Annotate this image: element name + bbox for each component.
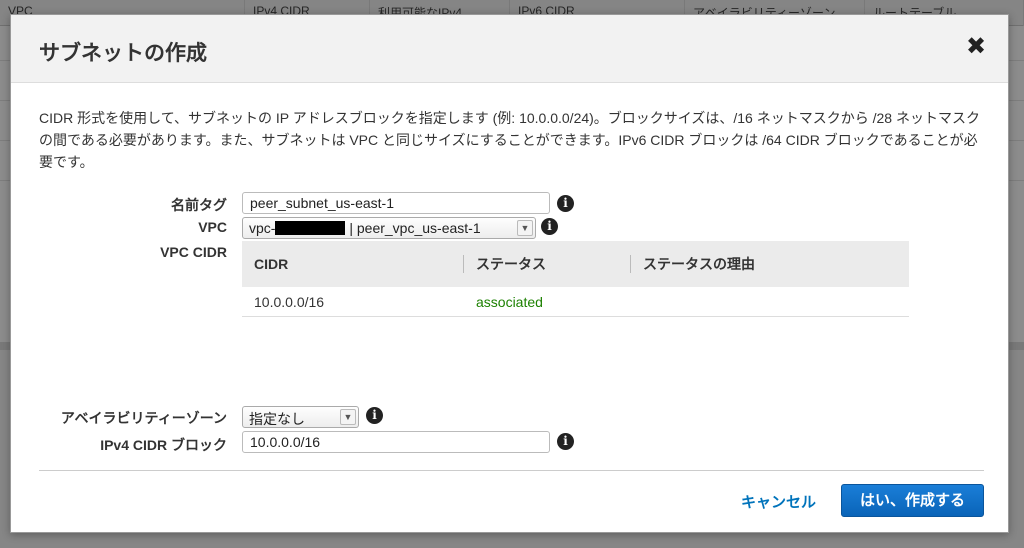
vpc-select[interactable]: vpc- | peer_vpc_us-east-1 ▼ [242, 217, 536, 239]
chevron-down-icon: ▼ [517, 220, 533, 236]
close-icon[interactable]: ✖ [964, 35, 988, 59]
vpc-select-prefix: vpc- [249, 220, 276, 236]
vpc-label: VPC [198, 219, 227, 235]
cell-status: associated [476, 294, 543, 310]
ipv4-cidr-input[interactable] [242, 431, 550, 453]
availability-zone-label: アベイラビリティーゾーン [60, 410, 227, 426]
redacted-vpc-id [275, 221, 346, 235]
info-icon[interactable]: i [557, 433, 574, 450]
cell-status-reason [631, 287, 909, 317]
info-icon[interactable]: i [557, 195, 574, 212]
dialog-description: CIDR 形式を使用して、サブネットの IP アドレスブロックを指定します (例… [39, 110, 980, 170]
name-tag-input[interactable] [242, 192, 550, 214]
vpc-cidr-table-header: CIDR ステータス ステータスの理由 [242, 241, 909, 287]
availability-zone-select[interactable]: 指定なし ▼ [242, 406, 359, 428]
cell-cidr: 10.0.0.0/16 [254, 294, 325, 310]
vpc-cidr-label: VPC CIDR [160, 244, 227, 260]
cancel-button[interactable]: キャンセル [741, 491, 816, 512]
table-row: 10.0.0.0/16 associated [242, 287, 909, 317]
name-tag-label: 名前タグ [171, 197, 227, 213]
info-icon[interactable]: i [541, 218, 558, 235]
create-subnet-dialog: サブネットの作成 ✖ CIDR 形式を使用して、サブネットの IP アドレスブロ… [10, 14, 1009, 533]
availability-zone-value: 指定なし [249, 411, 305, 427]
ipv4-cidr-label: IPv4 CIDR ブロック [100, 437, 227, 453]
create-button[interactable]: はい、作成する [841, 484, 984, 517]
dialog-header: サブネットの作成 ✖ [11, 15, 1008, 83]
header-status-reason: ステータスの理由 [643, 256, 755, 272]
dialog-title: サブネットの作成 [39, 42, 207, 65]
vpc-select-name: | peer_vpc_us-east-1 [349, 220, 481, 236]
vpc-cidr-table: CIDR ステータス ステータスの理由 10.0.0.0/16 associat… [242, 241, 909, 317]
info-icon[interactable]: i [366, 407, 383, 424]
chevron-down-icon: ▼ [340, 409, 356, 425]
header-cidr: CIDR [254, 256, 289, 272]
header-status: ステータス [476, 256, 546, 272]
footer-divider [39, 470, 984, 471]
